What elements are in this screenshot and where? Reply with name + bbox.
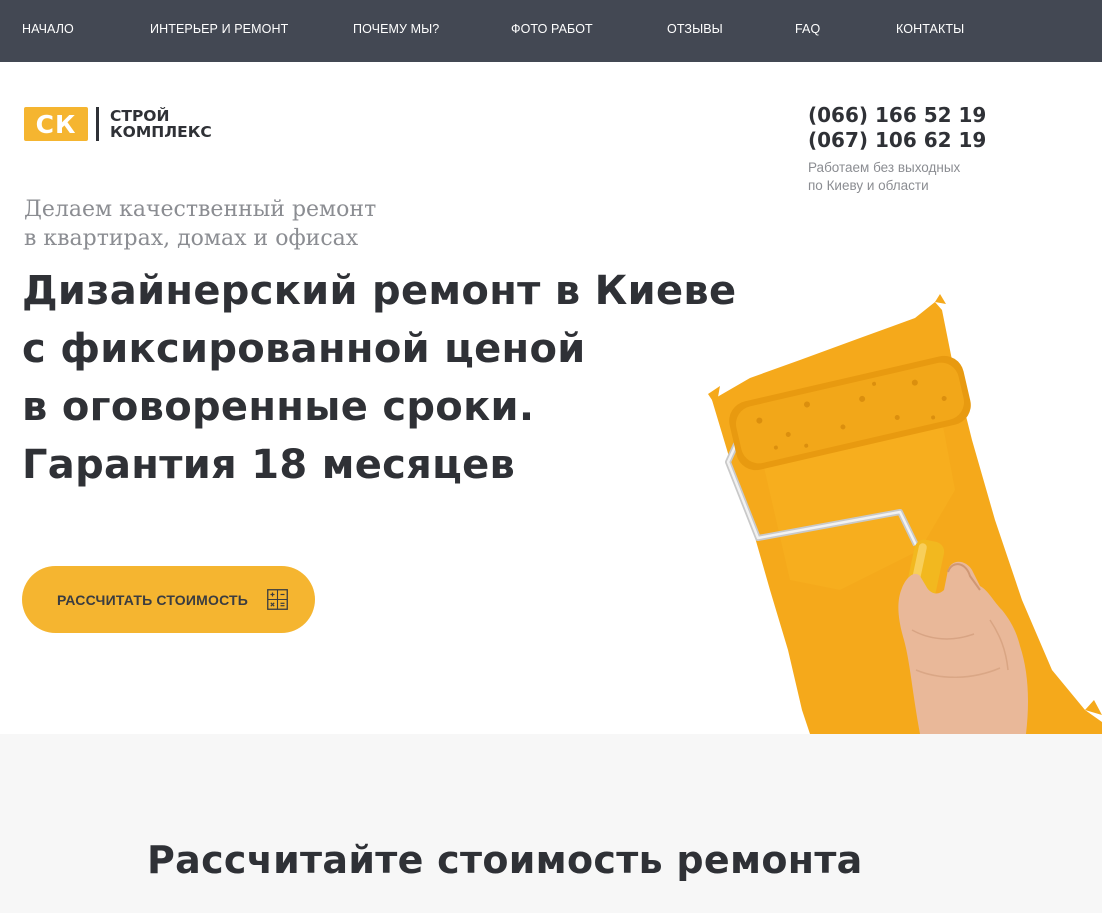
logo-divider <box>96 107 99 141</box>
top-nav: НАЧАЛО ИНТЕРЬЕР И РЕМОНТ ПОЧЕМУ МЫ? ФОТО… <box>0 0 1102 62</box>
section-title: Рассчитайте стоимость ремонта <box>147 838 863 882</box>
calculator-icon <box>267 589 288 610</box>
headline-line-1: Дизайнерский ремонт в Киеве <box>22 268 737 314</box>
paint-roller-illustration <box>708 294 1102 734</box>
calculate-cost-label: РАССЧИТАТЬ СТОИМОСТЬ <box>57 591 249 608</box>
logo-badge: СК <box>24 107 88 141</box>
nav-item-reviews[interactable]: ОТЗЫВЫ <box>667 22 723 36</box>
hero-headline: Дизайнерский ремонт в Киеве с фиксирован… <box>22 262 736 494</box>
nav-item-faq[interactable]: FAQ <box>795 22 820 36</box>
phone-list: (066) 166 52 19 (067) 106 62 19 <box>808 103 986 153</box>
tagline-line-2: в квартирах, домах и офисах <box>24 226 359 251</box>
site-logo[interactable]: СК СТРОЙ КОМПЛЕКС <box>24 104 212 144</box>
headline-line-4: Гарантия 18 месяцев <box>22 442 516 488</box>
nav-item-home[interactable]: НАЧАЛО <box>22 22 74 36</box>
nav-item-interior[interactable]: ИНТЕРЬЕР И РЕМОНТ <box>150 22 288 36</box>
logo-text: СТРОЙ КОМПЛЕКС <box>110 108 212 140</box>
cost-calculator-section: Рассчитайте стоимость ремонта <box>0 734 1102 913</box>
logo-line-2: КОМПЛЕКС <box>110 123 212 141</box>
tagline-line-1: Делаем качественный ремонт <box>24 197 377 222</box>
calculate-cost-button[interactable]: РАССЧИТАТЬ СТОИМОСТЬ <box>22 566 315 633</box>
headline-line-2: с фиксированной ценой <box>22 326 586 372</box>
nav-item-contacts[interactable]: КОНТАКТЫ <box>896 22 964 36</box>
phone-link-1[interactable]: (066) 166 52 19 <box>808 103 986 128</box>
hero-tagline: Делаем качественный ремонт в квартирах, … <box>24 195 376 253</box>
nav-item-why-us[interactable]: ПОЧЕМУ МЫ? <box>353 22 439 36</box>
logo-line-1: СТРОЙ <box>110 107 170 125</box>
phone-link-2[interactable]: (067) 106 62 19 <box>808 128 986 153</box>
nav-item-photos[interactable]: ФОТО РАБОТ <box>511 22 593 36</box>
headline-line-3: в оговоренные сроки. <box>22 384 535 430</box>
work-hours-text: Работаем без выходных по Киеву и области <box>808 160 961 193</box>
